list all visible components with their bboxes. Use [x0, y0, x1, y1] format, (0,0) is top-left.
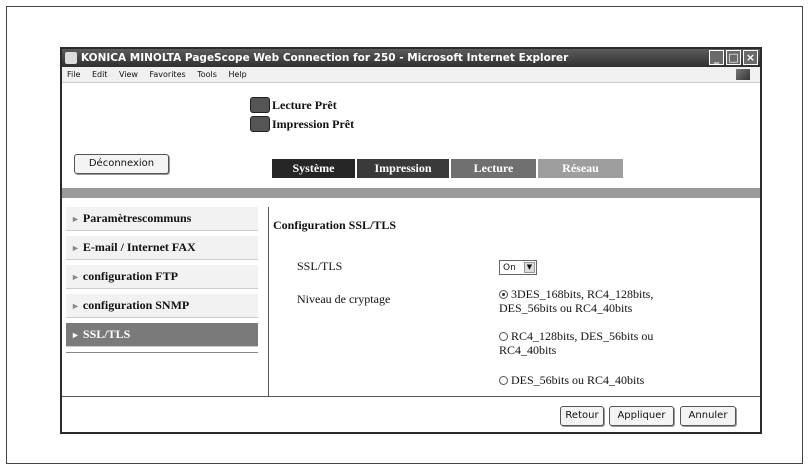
arrow-icon: ►: [71, 243, 80, 253]
sidebar-item-ssl-tls[interactable]: ► SSL/TLS: [66, 323, 258, 347]
encryption-option-1[interactable]: 3DES_168bits, RC4_128bits, DES_56bits ou…: [499, 287, 699, 315]
print-status: Impression Prêt: [250, 116, 354, 132]
apply-button[interactable]: Appliquer: [609, 406, 674, 426]
menu-help[interactable]: Help: [228, 70, 246, 79]
menu-bar: File Edit View Favorites Tools Help: [62, 67, 760, 83]
sidebar: ► Paramètrescommuns ► E-mail / Internet FA…: [62, 207, 262, 353]
footer-divider: [62, 396, 760, 397]
chevron-down-icon: ▼: [524, 262, 535, 273]
encryption-label: Niveau de cryptage: [297, 292, 391, 306]
arrow-icon: ►: [71, 272, 80, 282]
arrow-icon: ►: [71, 301, 80, 311]
scanner-icon: [250, 97, 270, 113]
main-tabs: Système Impression Lecture Réseau: [272, 159, 625, 178]
logout-button[interactable]: Déconnexion: [74, 154, 169, 174]
menu-file[interactable]: File: [67, 70, 80, 79]
title-bar: KONICA MINOLTA PageScope Web Connection …: [62, 49, 760, 67]
ssl-select[interactable]: On ▼: [499, 260, 537, 275]
scan-status: Lecture Prêt: [250, 97, 337, 113]
tab-impression[interactable]: Impression: [357, 159, 449, 178]
menu-view[interactable]: View: [119, 70, 138, 79]
content-separator: [268, 207, 269, 396]
header-divider: [62, 188, 760, 198]
page-title: Configuration SSL/TLS: [273, 218, 397, 232]
printer-icon: [250, 116, 270, 132]
tab-lecture[interactable]: Lecture: [451, 159, 536, 178]
tab-reseau[interactable]: Réseau: [538, 159, 623, 178]
back-button[interactable]: Retour: [560, 406, 604, 426]
encryption-option-2[interactable]: RC4_128bits, DES_56bits ou RC4_40bits: [499, 329, 699, 357]
sidebar-item-common-settings[interactable]: ► Paramètrescommuns: [66, 207, 258, 231]
arrow-icon: ►: [71, 214, 80, 224]
sidebar-item-ftp[interactable]: ► configuration FTP: [66, 265, 258, 289]
menu-tools[interactable]: Tools: [197, 70, 217, 79]
radio-icon[interactable]: [499, 376, 508, 385]
maximize-icon[interactable]: □: [726, 50, 741, 65]
windows-logo-icon: [736, 69, 750, 80]
radio-icon[interactable]: [499, 332, 508, 341]
arrow-icon: ►: [71, 330, 80, 340]
browser-window: KONICA MINOLTA PageScope Web Connection …: [60, 47, 762, 434]
sidebar-item-snmp[interactable]: ► configuration SNMP: [66, 294, 258, 318]
ie-icon: [65, 52, 77, 64]
menu-edit[interactable]: Edit: [92, 70, 108, 79]
minimize-icon[interactable]: _: [709, 50, 724, 65]
tab-systeme[interactable]: Système: [272, 159, 355, 178]
encryption-option-3[interactable]: DES_56bits ou RC4_40bits: [499, 373, 699, 387]
sidebar-divider: [66, 352, 258, 353]
menu-favorites[interactable]: Favorites: [150, 70, 186, 79]
window-title: KONICA MINOLTA PageScope Web Connection …: [81, 52, 569, 64]
ssl-label: SSL/TLS: [297, 259, 343, 273]
radio-selected-icon[interactable]: [499, 290, 508, 299]
close-icon[interactable]: ×: [743, 50, 758, 65]
sidebar-item-email-ifax[interactable]: ► E-mail / Internet FAX: [66, 236, 258, 260]
cancel-button[interactable]: Annuler: [680, 406, 736, 426]
